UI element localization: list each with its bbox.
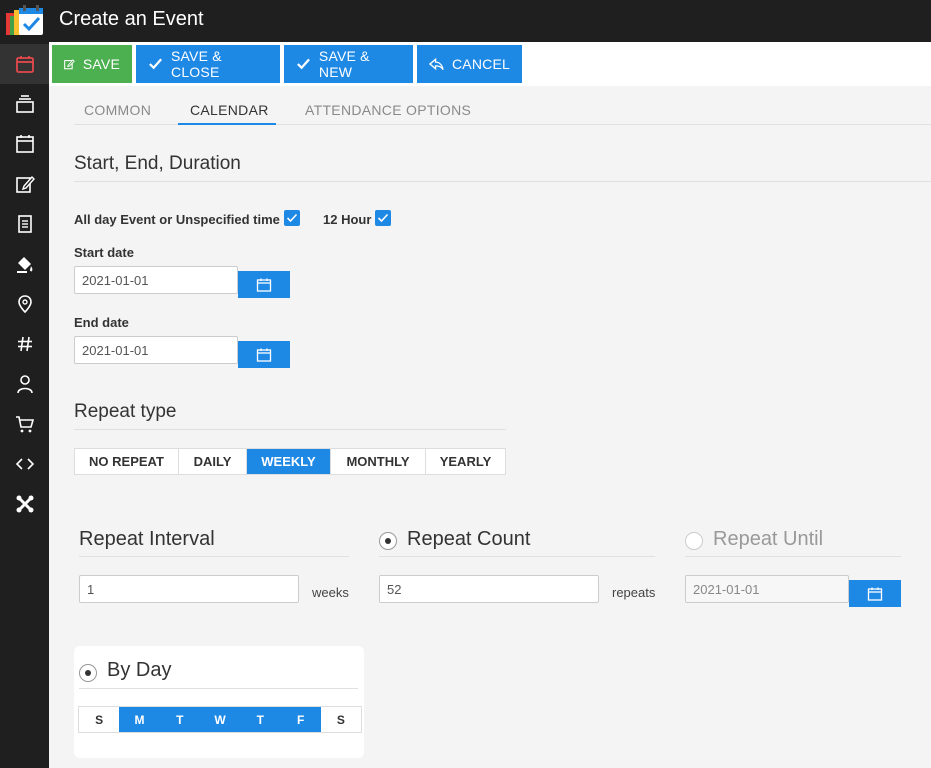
tab-calendar[interactable]: CALENDAR xyxy=(190,102,269,118)
hour12-checkbox[interactable] xyxy=(375,210,391,226)
hashtag-icon xyxy=(17,336,32,352)
sidebar-item-locations[interactable] xyxy=(0,284,49,324)
check-icon xyxy=(377,213,389,223)
cancel-button[interactable]: CANCEL xyxy=(417,45,522,83)
tab-common[interactable]: COMMON xyxy=(84,102,151,118)
save-label: SAVE xyxy=(82,56,120,72)
sidebar-item-calendar[interactable] xyxy=(0,44,49,84)
repeat-type-divider xyxy=(74,429,506,430)
repeat-option-daily[interactable]: DAILY xyxy=(179,449,247,474)
code-icon xyxy=(15,458,34,470)
paint-bucket-icon xyxy=(16,257,32,273)
repeat-option-weekly[interactable]: WEEKLY xyxy=(247,449,331,474)
location-pin-icon xyxy=(17,295,32,314)
toolbar: SAVE SAVE & CLOSE SAVE & NEW CANCEL xyxy=(49,42,931,86)
by-day-title: By Day xyxy=(107,659,172,681)
hour12-label: 12 Hour xyxy=(323,212,372,227)
start-date-label: Start date xyxy=(74,245,134,260)
day-thursday[interactable]: T xyxy=(240,707,281,732)
sidebar-item-categories[interactable] xyxy=(0,84,49,124)
edit-icon xyxy=(15,175,35,193)
repeat-count-divider xyxy=(379,556,655,557)
sidebar xyxy=(0,42,49,768)
sidebar-item-edit[interactable] xyxy=(0,164,49,204)
repeat-type-selector: NO REPEAT DAILY WEEKLY MONTHLY YEARLY xyxy=(74,448,506,475)
check-icon xyxy=(149,58,162,70)
end-date-label: End date xyxy=(74,315,129,330)
repeat-count-input[interactable]: 52 xyxy=(379,575,599,603)
sidebar-item-joomla[interactable] xyxy=(0,484,49,524)
reply-arrow-icon xyxy=(429,57,444,71)
edit-icon xyxy=(64,59,75,70)
day-saturday[interactable]: S xyxy=(321,707,361,732)
repeat-type-title: Repeat type xyxy=(74,401,177,422)
repeat-interval-unit: weeks xyxy=(312,585,349,600)
tab-attendance-options[interactable]: ATTENDANCE OPTIONS xyxy=(305,102,471,118)
repeat-count-unit: repeats xyxy=(612,585,656,600)
check-icon xyxy=(286,213,298,223)
by-day-radio[interactable] xyxy=(79,664,97,682)
repeat-until-radio[interactable] xyxy=(685,532,703,550)
repeat-option-no-repeat[interactable]: NO REPEAT xyxy=(75,449,179,474)
sidebar-item-calendars[interactable] xyxy=(0,124,49,164)
day-sunday[interactable]: S xyxy=(79,707,119,732)
by-day-card: By Day S M T W T F S xyxy=(74,646,364,758)
all-day-label: All day Event or Unspecified time xyxy=(74,212,280,227)
sidebar-item-documents[interactable] xyxy=(0,204,49,244)
app-logo-icon xyxy=(4,4,46,38)
save-new-label: SAVE & NEW xyxy=(318,48,370,80)
day-wednesday[interactable]: W xyxy=(199,707,241,732)
all-day-checkbox[interactable] xyxy=(284,210,300,226)
calendar-grid-icon xyxy=(15,135,34,153)
save-new-button[interactable]: SAVE & NEW xyxy=(284,45,413,83)
cancel-label: CANCEL xyxy=(452,56,510,72)
page-title: Create an Event xyxy=(59,8,204,30)
repeat-until-input[interactable]: 2021-01-01 xyxy=(685,575,849,603)
layers-icon xyxy=(15,95,34,113)
top-bar: Create an Event xyxy=(0,0,931,42)
document-icon xyxy=(17,215,32,233)
repeat-until-title: Repeat Until xyxy=(713,528,824,550)
start-date-picker-button[interactable] xyxy=(238,271,290,298)
section-title-start-end: Start, End, Duration xyxy=(74,153,241,174)
repeat-until-picker-button[interactable] xyxy=(849,580,901,607)
end-date-input[interactable]: 2021-01-01 xyxy=(74,336,238,364)
save-close-button[interactable]: SAVE & CLOSE xyxy=(136,45,280,83)
repeat-count-radio[interactable] xyxy=(379,532,397,550)
by-day-divider xyxy=(79,688,358,689)
repeat-until-divider xyxy=(685,556,901,557)
active-tab-indicator xyxy=(178,123,276,125)
sidebar-item-styles[interactable] xyxy=(0,244,49,284)
save-button[interactable]: SAVE xyxy=(52,45,132,83)
repeat-interval-input[interactable]: 1 xyxy=(79,575,299,603)
repeat-count-title: Repeat Count xyxy=(407,528,531,550)
sidebar-item-code[interactable] xyxy=(0,444,49,484)
check-icon xyxy=(297,58,310,70)
tab-bar: COMMON CALENDAR ATTENDANCE OPTIONS xyxy=(74,96,931,125)
end-date-picker-button[interactable] xyxy=(238,341,290,368)
calendar-icon xyxy=(15,56,34,73)
repeat-interval-divider xyxy=(79,556,349,557)
day-tuesday[interactable]: T xyxy=(159,707,200,732)
day-selector: S M T W T F S xyxy=(78,706,363,733)
sidebar-item-shop[interactable] xyxy=(0,404,49,444)
calendar-icon xyxy=(867,587,883,601)
start-date-input[interactable]: 2021-01-01 xyxy=(74,266,238,294)
calendar-icon xyxy=(256,348,272,362)
sidebar-item-users[interactable] xyxy=(0,364,49,404)
joomla-icon xyxy=(16,495,33,513)
save-close-label: SAVE & CLOSE xyxy=(171,48,222,80)
repeat-option-yearly[interactable]: YEARLY xyxy=(426,449,505,474)
main-content: COMMON CALENDAR ATTENDANCE OPTIONS Start… xyxy=(49,86,931,768)
day-monday[interactable]: M xyxy=(119,707,160,732)
repeat-interval-title: Repeat Interval xyxy=(79,528,215,550)
day-friday[interactable]: F xyxy=(280,707,321,732)
user-icon xyxy=(16,375,33,394)
repeat-option-monthly[interactable]: MONTHLY xyxy=(331,449,426,474)
cart-icon xyxy=(15,416,34,433)
calendar-icon xyxy=(256,278,272,292)
section-divider xyxy=(74,181,931,182)
sidebar-item-tags[interactable] xyxy=(0,324,49,364)
